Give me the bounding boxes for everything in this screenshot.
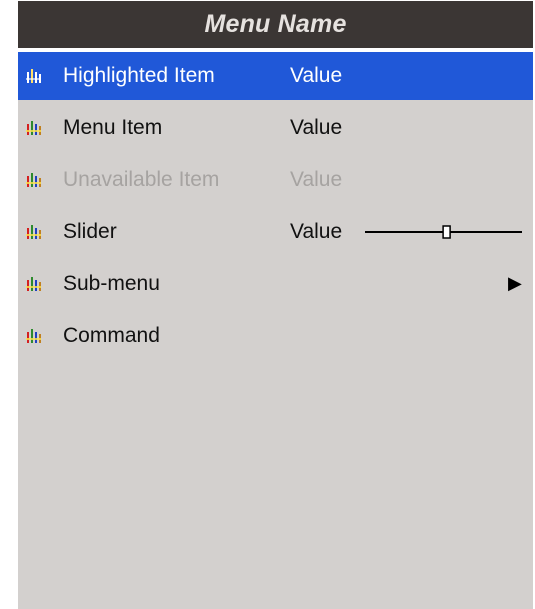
menu-item-label: Sub-menu	[63, 272, 160, 295]
menu-item-label: Unavailable Item	[63, 168, 220, 191]
menu-item-value: Value	[290, 64, 343, 87]
menu-item-highlighted[interactable]: Highlighted Item Value	[18, 52, 533, 100]
menu-item[interactable]: Menu Item Value	[18, 104, 533, 152]
menu-item-command[interactable]: Command	[18, 312, 533, 360]
palette-bars-icon	[26, 225, 41, 239]
menu-panel: Menu Name Highlighted Item Value Menu It…	[18, 1, 533, 609]
menu-item-slider[interactable]: Slider Value	[18, 208, 533, 256]
menu-item-label: Slider	[63, 220, 117, 243]
palette-bars-icon	[26, 173, 41, 187]
palette-bars-icon	[26, 121, 41, 135]
menu-title: Menu Name	[204, 10, 347, 38]
menu-item-label: Command	[63, 324, 160, 347]
menu-item-value: Value	[290, 116, 343, 139]
slider-thumb[interactable]	[442, 225, 451, 239]
menu-item-value: Value	[290, 168, 343, 191]
menu-item-unavailable: Unavailable Item Value	[18, 156, 533, 204]
value-slider[interactable]	[365, 224, 522, 240]
palette-bars-icon	[26, 69, 41, 83]
menu-item-value: Value	[290, 220, 343, 243]
palette-bars-icon	[26, 329, 41, 343]
menu-item-label: Menu Item	[63, 116, 163, 139]
palette-bars-icon	[26, 277, 41, 291]
menu-item-label: Highlighted Item	[63, 64, 215, 87]
right-triangle-arrow-icon[interactable]: ▶	[508, 273, 526, 293]
menu-item-submenu[interactable]: Sub-menu ▶	[18, 260, 533, 308]
menu-title-bar: Menu Name	[18, 1, 533, 52]
